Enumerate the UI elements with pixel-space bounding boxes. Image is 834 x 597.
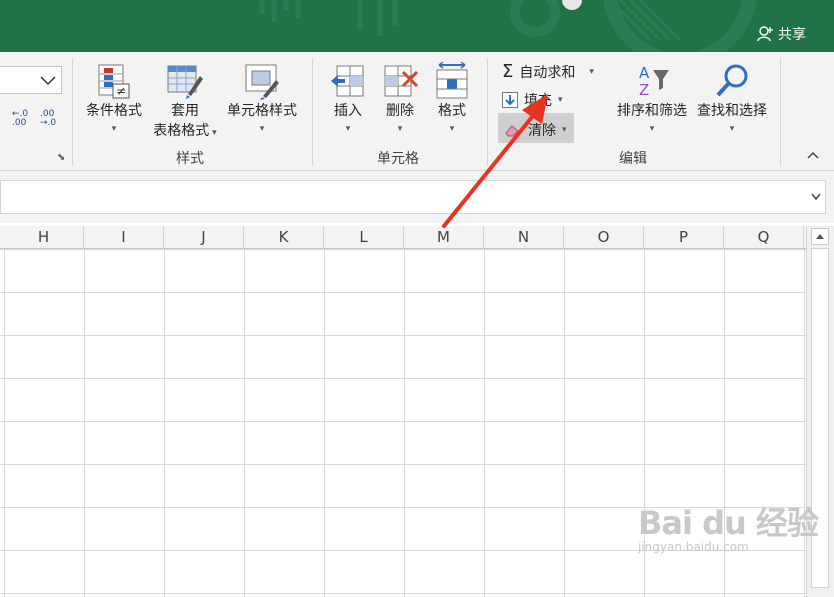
format-as-table-label-1: 套用 bbox=[171, 103, 199, 119]
triangle-up-icon bbox=[816, 234, 824, 239]
chevron-down-icon: ▾ bbox=[259, 124, 265, 134]
svg-text:A: A bbox=[639, 64, 650, 82]
format-as-table-button[interactable]: 套用 表格格式 ▾ bbox=[148, 62, 222, 140]
group-separator bbox=[72, 58, 73, 166]
fill-down-icon bbox=[502, 92, 518, 108]
sort-filter-icon: A Z bbox=[639, 64, 669, 99]
chevron-down-icon: ▾ bbox=[562, 125, 567, 135]
sort-filter-label: 排序和筛选 bbox=[617, 103, 687, 119]
person-icon bbox=[757, 26, 773, 42]
styles-group-label: 样式 bbox=[176, 151, 204, 167]
column-header[interactable]: O bbox=[564, 226, 644, 248]
chevron-down-icon: ▾ bbox=[558, 95, 563, 105]
formula-input[interactable] bbox=[0, 180, 826, 214]
chevron-down-icon: ▾ bbox=[397, 124, 403, 134]
ribbon: ←.0 .00 .00 →.0 ⬊ ≠ 条件格式 ▾ 套用 表格格式 ▾ 单元格… bbox=[0, 52, 834, 171]
formula-bar-area bbox=[0, 171, 834, 223]
format-label: 格式 bbox=[438, 103, 466, 119]
sigma-icon: Σ bbox=[502, 61, 514, 82]
chevron-down-icon: ▾ bbox=[449, 124, 455, 134]
clear-label: 清除 bbox=[528, 123, 556, 139]
find-select-button[interactable]: 查找和选择 ▾ bbox=[692, 62, 772, 134]
insert-cells-icon bbox=[331, 65, 364, 97]
increase-decimal-button[interactable]: ←.0 .00 bbox=[12, 110, 28, 128]
delete-button[interactable]: 删除 ▾ bbox=[376, 62, 424, 134]
column-header[interactable]: L bbox=[324, 226, 404, 248]
format-as-table-icon bbox=[167, 65, 203, 99]
title-bar: 共享 bbox=[0, 0, 834, 52]
share-label: 共享 bbox=[778, 27, 806, 43]
column-header[interactable]: N bbox=[484, 226, 564, 248]
watermark: Bai du 经验 jingyan.baidu.com bbox=[638, 498, 819, 554]
chevron-down-icon: ▾ bbox=[345, 124, 351, 134]
scroll-up-button[interactable] bbox=[811, 228, 829, 245]
chevron-down-icon: ▾ bbox=[111, 124, 117, 134]
autosum-label: 自动求和 bbox=[519, 64, 576, 81]
delete-cells-icon bbox=[384, 65, 419, 97]
format-as-table-label-2: 表格格式 bbox=[153, 123, 210, 139]
conditional-format-label: 条件格式 bbox=[86, 103, 142, 119]
find-select-label: 查找和选择 bbox=[697, 103, 767, 119]
magnifier-icon bbox=[716, 64, 748, 97]
expand-formula-icon[interactable] bbox=[811, 193, 821, 201]
column-header[interactable]: K bbox=[244, 226, 324, 248]
column-header[interactable]: H bbox=[4, 226, 84, 248]
number-format-dropdown[interactable] bbox=[0, 66, 62, 94]
autosum-button[interactable]: Σ 自动求和 ▾ bbox=[502, 61, 594, 82]
column-header[interactable]: Q bbox=[724, 226, 804, 248]
chevron-down-icon: ▾ bbox=[729, 124, 735, 134]
clear-button-overlay[interactable]: 清除 ▾ bbox=[504, 120, 567, 140]
insert-button[interactable]: 插入 ▾ bbox=[324, 62, 372, 134]
editing-group-label: 编辑 bbox=[619, 151, 647, 167]
fill-button[interactable]: 填充 ▾ bbox=[502, 90, 563, 110]
column-header[interactable]: J bbox=[164, 226, 244, 248]
decrease-decimal-button[interactable]: .00 →.0 bbox=[40, 110, 56, 128]
eraser-icon bbox=[505, 125, 519, 137]
decrease-decimal-icon: .00 →.0 bbox=[40, 109, 57, 128]
svg-text:Z: Z bbox=[639, 81, 649, 99]
column-header[interactable]: I bbox=[84, 226, 164, 248]
column-header[interactable]: P bbox=[644, 226, 724, 248]
svg-text:≠: ≠ bbox=[116, 84, 126, 98]
number-dialog-launcher-icon[interactable]: ⬊ bbox=[57, 152, 65, 163]
share-button[interactable]: 共享 bbox=[756, 24, 806, 44]
cell-styles-button[interactable]: 单元格样式 ▾ bbox=[222, 62, 302, 134]
chevron-down-icon: ▾ bbox=[649, 124, 655, 134]
format-button[interactable]: 格式 ▾ bbox=[428, 62, 476, 134]
collapse-ribbon-icon[interactable] bbox=[806, 150, 820, 160]
format-cells-icon bbox=[436, 62, 468, 99]
sort-filter-button[interactable]: A Z 排序和筛选 ▾ bbox=[612, 62, 692, 134]
chevron-down-icon bbox=[40, 76, 56, 86]
insert-label: 插入 bbox=[334, 103, 362, 119]
chevron-down-icon: ▾ bbox=[589, 66, 594, 77]
column-header[interactable]: M bbox=[404, 226, 484, 248]
group-separator bbox=[312, 58, 313, 166]
column-headers: HIJKLMNOPQ bbox=[0, 226, 806, 249]
cells-group-label: 单元格 bbox=[377, 151, 419, 167]
fill-label: 填充 bbox=[524, 93, 552, 109]
group-separator bbox=[780, 58, 781, 166]
conditional-format-button[interactable]: ≠ 条件格式 ▾ bbox=[80, 62, 148, 134]
conditional-format-icon: ≠ bbox=[98, 64, 130, 99]
cell-styles-icon bbox=[245, 64, 279, 100]
group-separator bbox=[487, 58, 488, 166]
title-bar-decoration bbox=[259, 0, 757, 52]
delete-label: 删除 bbox=[386, 103, 414, 119]
cell-styles-label: 单元格样式 bbox=[227, 103, 297, 119]
watermark-brand: Bai du 经验 bbox=[638, 504, 819, 542]
increase-decimal-icon: ←.0 .00 bbox=[12, 109, 29, 128]
